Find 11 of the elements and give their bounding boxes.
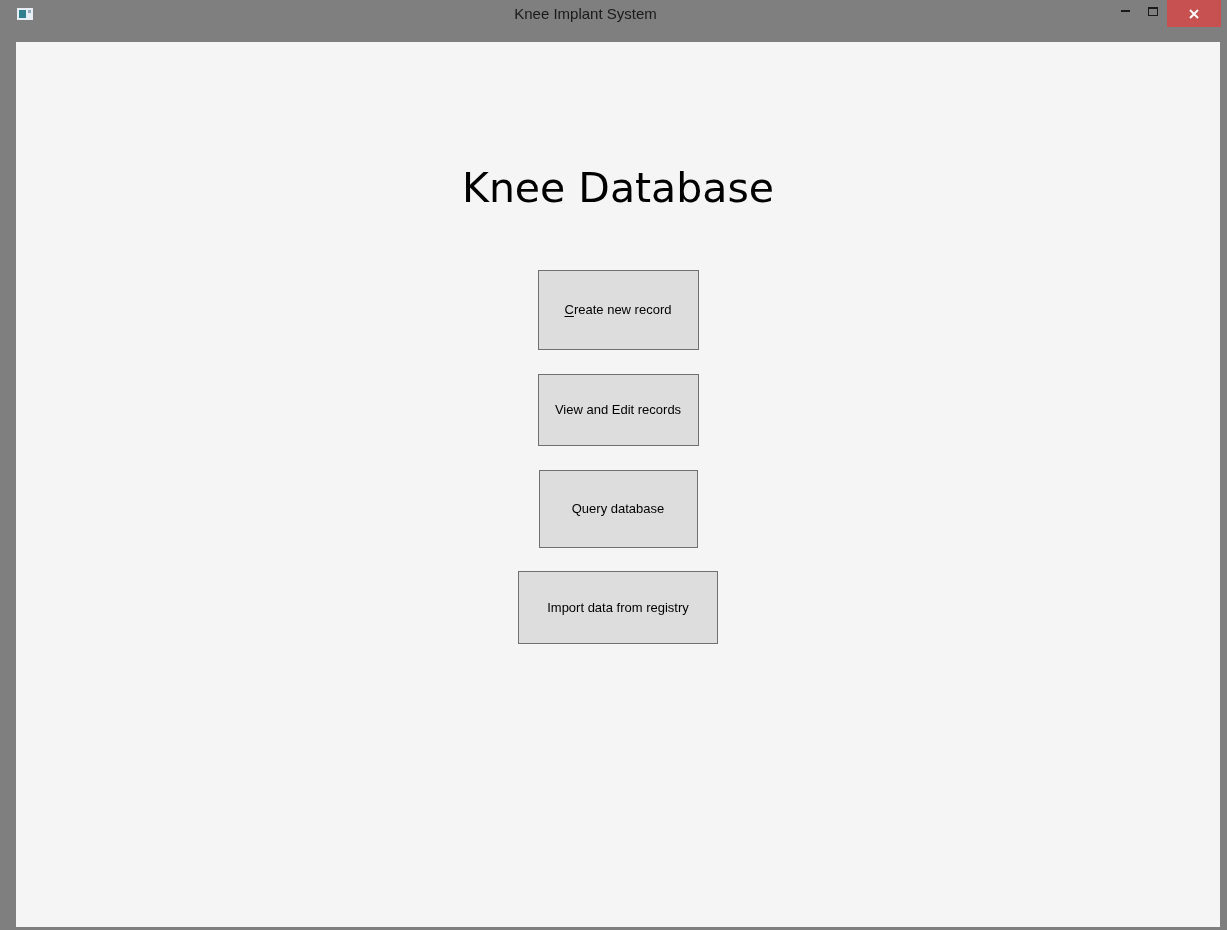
menu-button[interactable]: Import data from registry (518, 571, 718, 644)
maximize-icon (1148, 6, 1158, 16)
menu-button[interactable]: Query database (538, 470, 698, 548)
menu-button[interactable]: Create new record (537, 270, 699, 350)
page-heading: Knee Database (462, 163, 774, 214)
minimize-icon (1120, 10, 1130, 12)
menu-button[interactable]: View and Edit records (537, 374, 699, 446)
close-button[interactable] (1167, 0, 1221, 27)
close-icon (1189, 8, 1199, 19)
window-title: Knee Implant System (514, 3, 657, 24)
app-icon (17, 8, 33, 20)
